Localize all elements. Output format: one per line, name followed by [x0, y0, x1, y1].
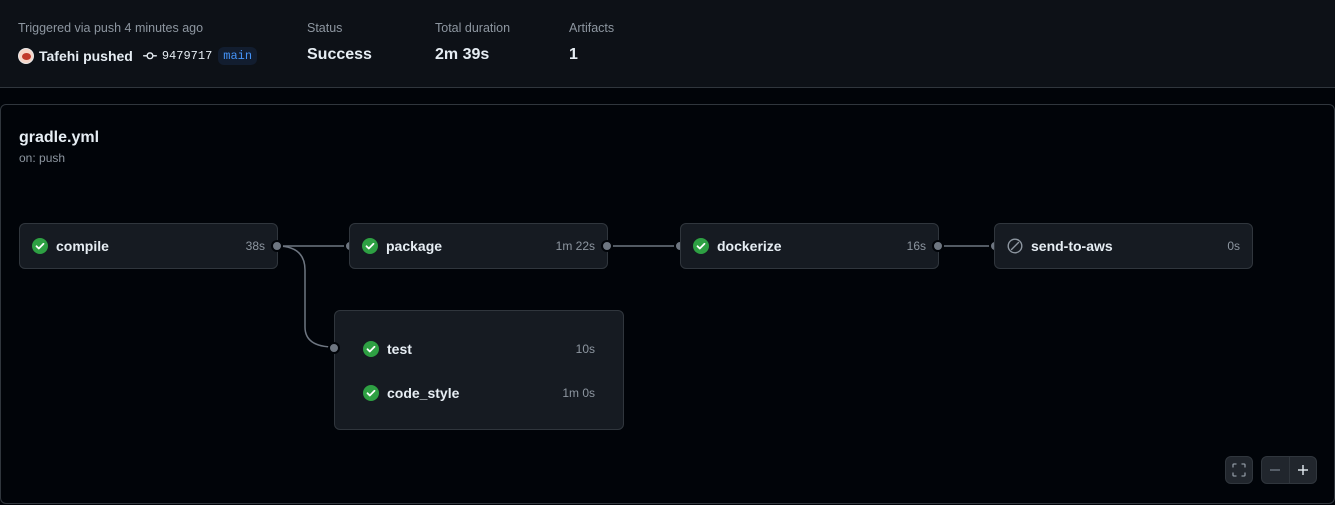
- job-group: test 10s code_style 1m 0s: [334, 310, 624, 430]
- avatar[interactable]: [18, 48, 34, 64]
- job-name: code_style: [387, 385, 460, 401]
- job-duration: 0s: [1227, 239, 1240, 253]
- check-circle-fill-icon: [363, 341, 379, 357]
- duration-value: 2m 39s: [435, 46, 490, 63]
- trigger-label: Triggered via push 4 minutes ago: [18, 21, 204, 35]
- skip-icon: [1007, 238, 1023, 254]
- status-value: Success: [307, 46, 372, 63]
- job-name: package: [386, 238, 443, 254]
- job-test[interactable]: test 10s: [363, 337, 595, 361]
- duration-label: Total duration: [435, 21, 511, 35]
- commit-sha-link[interactable]: 9479717: [162, 49, 212, 63]
- zoom-out-icon: [1269, 464, 1281, 476]
- job-compile[interactable]: compile 38s: [19, 223, 278, 269]
- job-code-style[interactable]: code_style 1m 0s: [363, 381, 595, 405]
- connector-dot: [601, 240, 613, 252]
- status-label: Status: [307, 21, 343, 35]
- check-circle-fill-icon: [363, 385, 379, 401]
- job-name: test: [387, 341, 412, 357]
- git-commit-icon: [142, 49, 157, 63]
- job-dockerize[interactable]: dockerize 16s: [680, 223, 939, 269]
- job-duration: 1m 22s: [555, 239, 595, 253]
- fullscreen-icon: [1231, 462, 1247, 478]
- artifacts-info: Artifacts 1: [569, 20, 614, 65]
- check-circle-fill-icon: [693, 238, 709, 254]
- zoom-in-button[interactable]: [1290, 457, 1317, 483]
- job-duration: 10s: [575, 342, 595, 356]
- artifacts-label: Artifacts: [569, 21, 615, 35]
- duration-info: Total duration 2m 39s: [435, 20, 510, 65]
- check-circle-fill-icon: [32, 238, 48, 254]
- artifacts-count-link[interactable]: 1: [569, 45, 614, 65]
- connector-dot: [271, 240, 283, 252]
- run-summary: Triggered via push 4 minutes ago Tafehi …: [0, 0, 1335, 88]
- job-package[interactable]: package 1m 22s: [349, 223, 608, 269]
- zoom-controls: [1261, 456, 1317, 484]
- fullscreen-button[interactable]: [1225, 456, 1253, 484]
- job-name: compile: [56, 238, 109, 254]
- job-connectors: [276, 245, 995, 348]
- job-send-to-aws[interactable]: send-to-aws 0s: [994, 223, 1253, 269]
- branch-badge[interactable]: main: [218, 47, 258, 65]
- check-circle-fill-icon: [362, 238, 378, 254]
- workflow-graph: gradle.yml on: push compile 38s package …: [0, 104, 1335, 504]
- zoom-out-button[interactable]: [1262, 457, 1290, 483]
- job-duration: 38s: [245, 239, 265, 253]
- job-duration: 16s: [906, 239, 926, 253]
- connector-dot: [932, 240, 944, 252]
- job-name: dockerize: [717, 238, 782, 254]
- connector-dot: [328, 342, 340, 354]
- job-duration: 1m 0s: [562, 386, 595, 400]
- status-info: Status Success: [307, 20, 372, 65]
- job-name: send-to-aws: [1031, 238, 1113, 254]
- trigger-info: Triggered via push 4 minutes ago Tafehi …: [18, 20, 258, 66]
- zoom-in-icon: [1297, 464, 1309, 476]
- pusher-link[interactable]: Tafehi pushed: [39, 48, 133, 64]
